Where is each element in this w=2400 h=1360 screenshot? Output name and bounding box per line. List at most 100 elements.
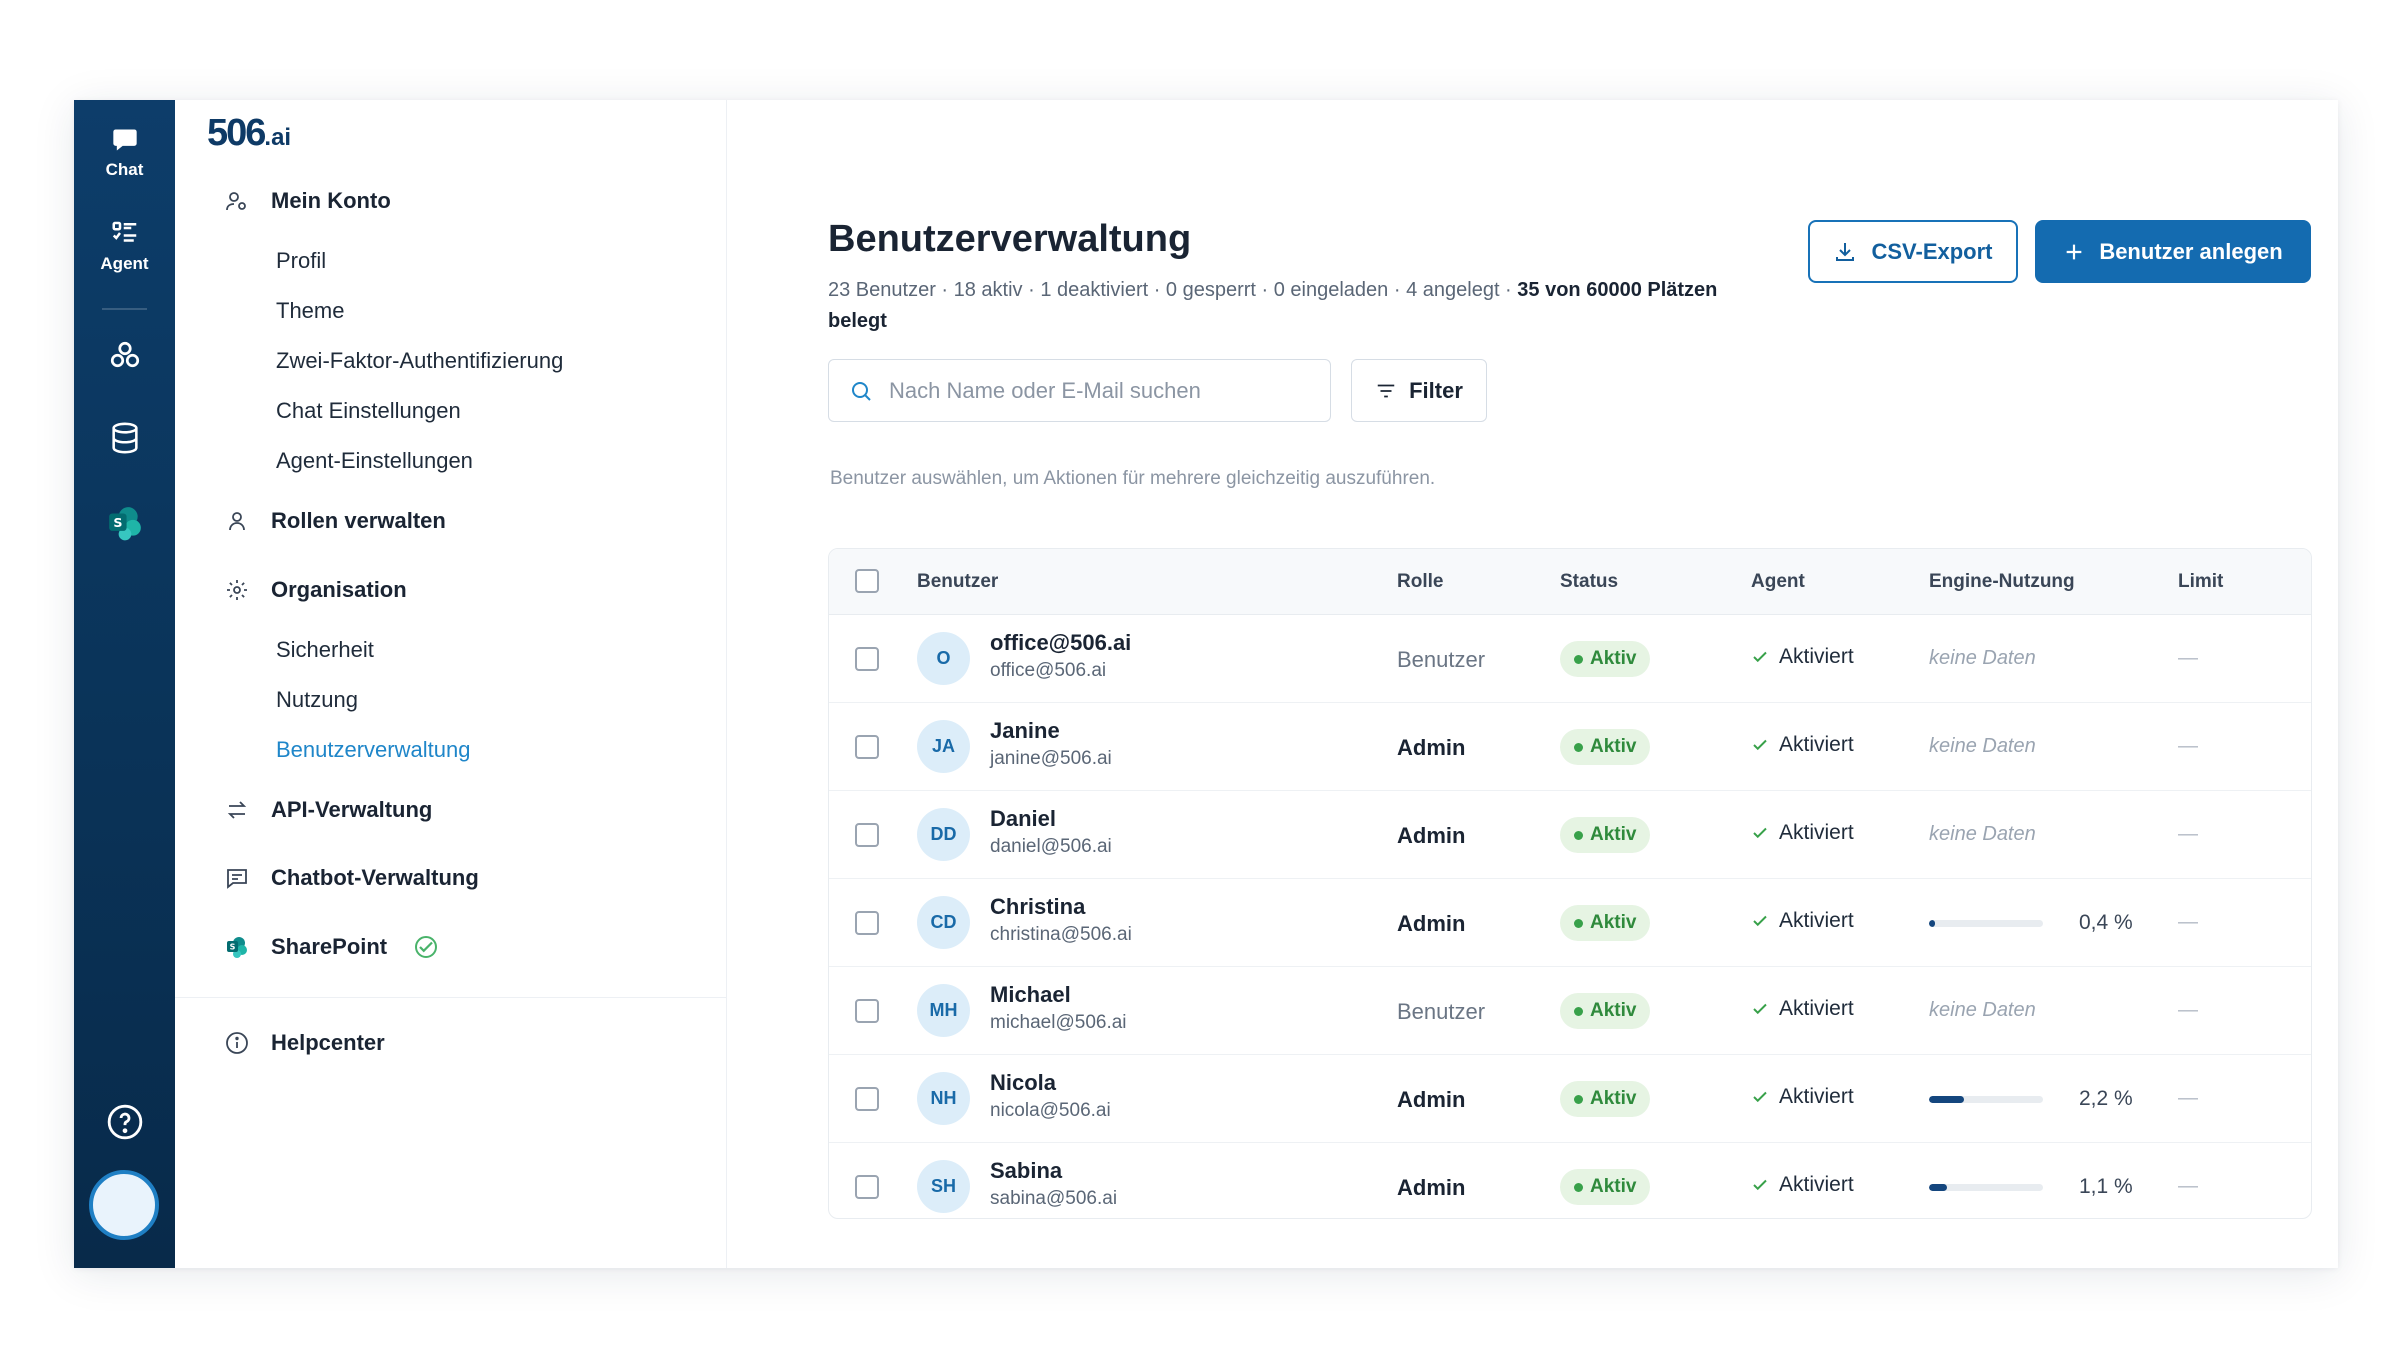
row-checkbox[interactable] [855, 647, 879, 671]
user-email: sabina@506.ai [990, 1188, 1118, 1209]
rail-help[interactable] [74, 1103, 175, 1141]
column-header-engine-usage[interactable]: Engine-Nutzung [1929, 571, 2075, 593]
column-header-agent[interactable]: Agent [1751, 571, 1805, 593]
user-name[interactable]: office@506.ai [990, 630, 1131, 656]
table-row[interactable]: CD Christina christina@506.ai Admin Aktiv Akt… [829, 879, 2311, 967]
user-email: michael@506.ai [990, 1012, 1127, 1033]
settings-nav: 506.ai Mein Konto Profil Theme Zwei-Fakt… [175, 100, 727, 1268]
rail-database[interactable] [74, 420, 175, 456]
message-square-icon [227, 869, 247, 889]
usage-no-data: keine Daten [1929, 735, 2036, 757]
search-icon [852, 381, 871, 401]
check-icon [1753, 1179, 1767, 1191]
nav-item-nutzung[interactable]: Nutzung [276, 687, 358, 713]
nav-item-chat-settings[interactable]: Chat Einstellungen [276, 398, 461, 424]
nav-my-account[interactable]: Mein Konto [225, 188, 391, 214]
table-row[interactable]: JA Janine janine@506.ai Admin Aktiv Aktiviert… [829, 703, 2311, 791]
nav-helpcenter[interactable]: Helpcenter [225, 1030, 385, 1056]
plus-icon [2066, 244, 2082, 259]
rail-agent[interactable]: Agent [74, 218, 175, 274]
nav-item-agent-settings[interactable]: Agent-Einstellungen [276, 448, 473, 474]
user-avatar[interactable] [89, 1170, 159, 1240]
rail-chat[interactable]: Chat [74, 126, 175, 180]
row-checkbox[interactable] [855, 911, 879, 935]
user-initials-avatar: JA [917, 720, 970, 773]
csv-export-button[interactable]: CSV-Export [1808, 220, 2018, 283]
nav-item-benutzerverwaltung[interactable]: Benutzerverwaltung [276, 737, 470, 763]
agent-status-label: Aktiviert [1779, 997, 1854, 1020]
user-email: janine@506.ai [990, 748, 1112, 769]
check-icon [1753, 915, 1767, 927]
column-header-status[interactable]: Status [1560, 571, 1618, 593]
usage-percent: 2,2 % [2079, 1087, 2133, 1110]
usage-percent: 1,1 % [2079, 1175, 2133, 1198]
icon-rail: Chat Agent S [74, 100, 175, 1268]
row-checkbox[interactable] [855, 999, 879, 1023]
nav-sharepoint[interactable]: S SharePoint [225, 934, 438, 960]
user-name[interactable]: Sabina [990, 1158, 1062, 1184]
column-header-role[interactable]: Rolle [1397, 571, 1443, 593]
agent-status-label: Aktiviert [1779, 1173, 1854, 1196]
add-user-button[interactable]: Benutzer anlegen [2035, 220, 2311, 283]
row-checkbox[interactable] [855, 735, 879, 759]
nav-organisation[interactable]: Organisation [225, 577, 407, 603]
nav-chatbot[interactable]: Chatbot-Verwaltung [225, 865, 479, 891]
row-checkbox[interactable] [855, 1087, 879, 1111]
user-email: office@506.ai [990, 660, 1107, 681]
table-row[interactable]: Ooffice@506.ai office@506.ai Benutzer Aktiv… [829, 615, 2311, 703]
nav-organisation-label: Organisation [271, 577, 407, 602]
table-row[interactable]: DD Daniel daniel@506.ai Admin Aktiv Aktiviert… [829, 791, 2311, 879]
table-row[interactable]: NH Nicola nicola@506.ai Admin Aktiv Aktiviert… [829, 1055, 2311, 1143]
user-settings-icon [226, 192, 246, 211]
status-badge: Aktiv [1560, 729, 1651, 765]
rail-sharepoint[interactable]: S [74, 504, 175, 542]
nav-item-theme[interactable]: Theme [276, 298, 344, 324]
user-name[interactable]: Michael [990, 982, 1071, 1008]
user-name[interactable]: Daniel [990, 806, 1056, 832]
rail-divider [102, 308, 147, 310]
usage-progress-fill [1929, 920, 1936, 927]
summary-counts: 23 Benutzer · 18 aktiv · 1 deaktiviert ·… [828, 279, 1518, 301]
select-all-checkbox[interactable] [855, 569, 879, 593]
user-initials-avatar: NH [917, 1072, 970, 1125]
nav-item-2fa[interactable]: Zwei-Faktor-Authentifizierung [276, 348, 563, 374]
search-input[interactable] [889, 377, 1309, 404]
nav-item-profil[interactable]: Profil [276, 248, 326, 274]
check-icon [1753, 651, 1767, 663]
nav-item-sicherheit[interactable]: Sicherheit [276, 637, 374, 663]
table-header: Benutzer Rolle Status Agent Engine-Nutzu… [829, 549, 2311, 615]
table-row[interactable]: MH Michael michael@506.ai Benutzer Aktiv Akti… [829, 967, 2311, 1055]
search-box[interactable] [828, 359, 1331, 422]
column-header-user[interactable]: Benutzer [917, 571, 998, 593]
user-name[interactable]: Nicola [990, 1070, 1056, 1096]
user-name[interactable]: Janine [990, 718, 1060, 744]
usage-no-data: keine Daten [1929, 999, 2036, 1021]
user-email: daniel@506.ai [990, 836, 1112, 857]
rail-models[interactable] [74, 338, 175, 374]
user-initials-avatar: SH [917, 1160, 970, 1213]
status-badge: Aktiv [1560, 1169, 1651, 1205]
rail-agent-label: Agent [100, 254, 149, 273]
usage-no-data: keine Daten [1929, 823, 2036, 845]
check-icon [1753, 827, 1767, 839]
nav-api[interactable]: API-Verwaltung [225, 797, 432, 823]
user-name[interactable]: Christina [990, 894, 1085, 920]
user-limit: — [2178, 823, 2198, 845]
users-table: Benutzer Rolle Status Agent Engine-Nutzu… [828, 548, 2312, 1219]
row-checkbox[interactable] [855, 823, 879, 847]
agent-status: Aktiviert [1751, 821, 1854, 845]
status-badge: Aktiv [1560, 993, 1651, 1029]
agent-status: Aktiviert [1751, 997, 1854, 1021]
status-badge: Aktiv [1560, 641, 1651, 677]
filter-button[interactable]: Filter [1351, 359, 1487, 422]
nav-api-label: API-Verwaltung [271, 797, 433, 822]
user-role: Benutzer [1397, 999, 1486, 1024]
brand-logo[interactable]: 506.ai [207, 112, 291, 155]
table-row[interactable]: SH Sabina sabina@506.ai Admin Aktiv Aktiviert… [829, 1143, 2311, 1218]
nav-roles[interactable]: Rollen verwalten [225, 508, 446, 534]
database-icon [111, 422, 138, 454]
row-checkbox[interactable] [855, 1175, 879, 1199]
column-header-limit[interactable]: Limit [2178, 571, 2223, 593]
gear-icon [227, 580, 247, 600]
agent-status: Aktiviert [1751, 645, 1854, 669]
